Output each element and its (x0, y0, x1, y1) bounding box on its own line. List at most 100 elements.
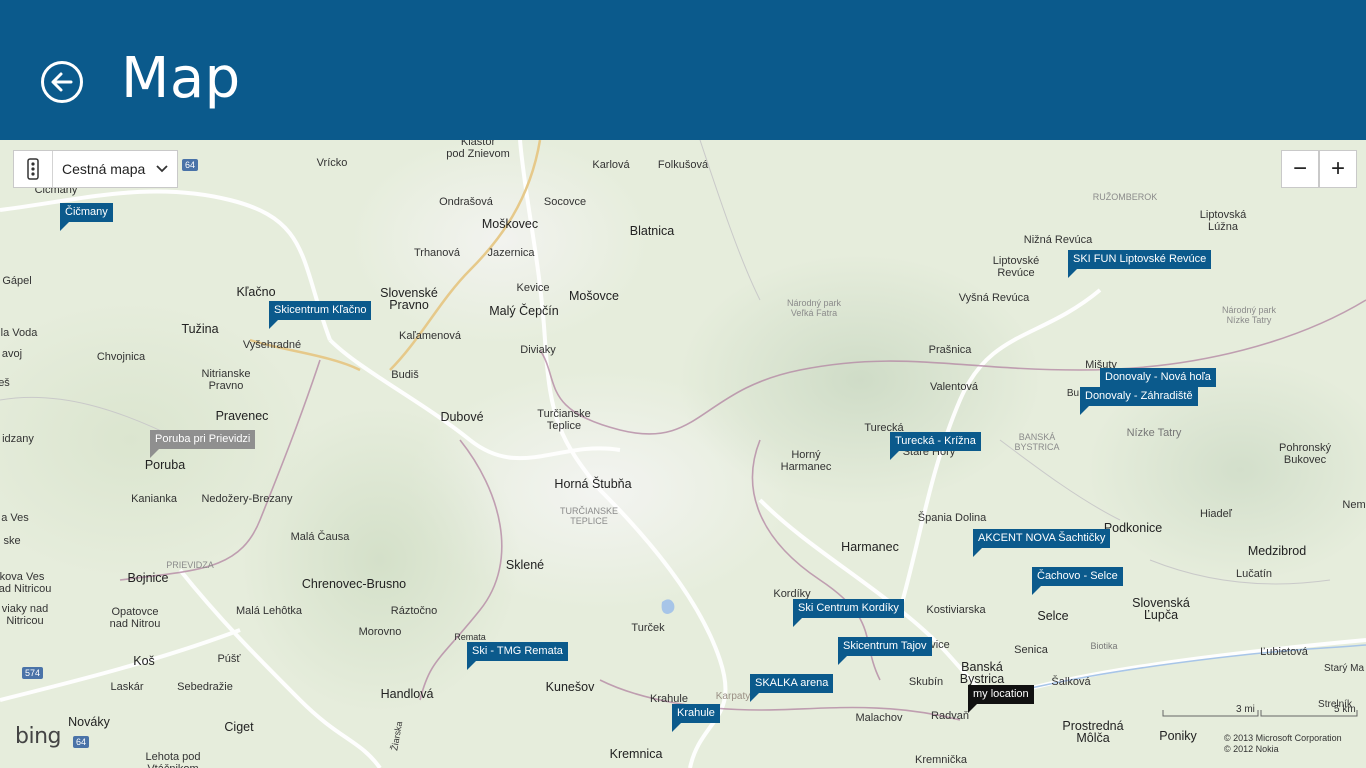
town-label: Vrícko (316, 157, 348, 169)
town-label: Sebedražie (177, 681, 233, 693)
copyright-line-1: © 2013 Microsoft Corporation (1224, 733, 1342, 743)
town-label: Jazernica (487, 247, 535, 259)
town-label: Kanianka (131, 493, 177, 505)
town-label: Kremnička (915, 754, 967, 766)
town-label: Horný Harmanec (780, 449, 832, 473)
pin-cachovo-selce[interactable]: Čachovo - Selce (1032, 567, 1123, 595)
town-label: Starý Ma (1323, 663, 1365, 674)
pin-turecka-krizna[interactable]: Turecká - Krížna (890, 432, 981, 460)
back-button[interactable] (41, 61, 83, 103)
town-label: Púšť (217, 653, 241, 665)
pin-krahule[interactable]: Krahule (672, 704, 720, 732)
map-options-button[interactable] (14, 151, 53, 187)
map-style-dropdown[interactable]: Cestná mapa (53, 161, 177, 177)
town-label: Liptovská Lúžna (1199, 209, 1247, 233)
town-label: Senica (1014, 644, 1048, 656)
road-shield: 64 (182, 159, 199, 171)
town-label: Gápel (2, 275, 32, 287)
town-label: eš (0, 377, 10, 389)
town-label: vice (930, 639, 950, 651)
region-label: Národný park Nízke Tatry (1221, 305, 1277, 325)
town-label: Blatnica (629, 224, 675, 238)
town-label: Opatovce nad Nitrou (109, 606, 161, 630)
bing-logo: bing (15, 724, 62, 749)
town-label: Malý Čepčín (489, 304, 559, 318)
town-label: Kunešov (545, 680, 595, 694)
town-label: Prašnica (928, 344, 972, 356)
town-label: Dubové (440, 410, 484, 424)
town-label: Ľubietová (1260, 646, 1308, 658)
pin-skicentrum-tajov[interactable]: Skicentrum Tajov (838, 637, 932, 665)
town-label: Vyšná Revúca (958, 292, 1030, 304)
pin-akcent-nova-sachticky[interactable]: AKCENT NOVA Šachtičky (973, 529, 1111, 557)
town-label: Podkonice (1103, 521, 1163, 535)
town-label: Karpaty (715, 691, 751, 702)
app-header: Map (0, 0, 1366, 140)
pin-poruba-pri-prievidzi[interactable]: Poruba pri Prievidzi (150, 430, 256, 458)
town-label: Nitrianske Pravno (201, 368, 251, 392)
pin-ski-centrum-kordiky[interactable]: Ski Centrum Kordíky (793, 599, 904, 627)
town-label: idzany (2, 433, 34, 445)
town-label: la Voda (0, 327, 38, 339)
copyright-line-2: © 2012 Nokia (1224, 744, 1279, 754)
town-label: Biotika (1090, 641, 1118, 651)
pin-my-location[interactable]: my location (968, 685, 1034, 713)
town-label: Hiadeľ (1200, 508, 1232, 520)
town-label: Medzibrod (1247, 544, 1307, 558)
region-label: PRIEVIDZA (166, 560, 214, 570)
town-label: Prostredná Môlča (1062, 719, 1124, 745)
town-label: a Ves (1, 512, 29, 524)
map-canvas[interactable]: Národný park Veľká Fatra RUŽOMBEROK Náro… (0, 140, 1366, 768)
scale-km-label: 5 km (1334, 704, 1356, 715)
town-label: Nízke Tatry (1126, 427, 1182, 439)
town-label: Poruba (144, 458, 186, 472)
town-label: Kľačno (236, 285, 276, 299)
town-label: Harmanec (841, 540, 899, 554)
town-label: Ciget (224, 720, 254, 734)
map-style-value: Cestná mapa (62, 161, 146, 177)
town-label: Handlová (380, 687, 434, 701)
town-label: Ráztočno (390, 605, 438, 617)
pin-donovaly-zahradiste[interactable]: Donovaly - Záhradiště (1080, 387, 1198, 415)
town-label: Pravenec (215, 409, 269, 423)
town-label: Špania Dolina (917, 512, 987, 524)
town-label: Turček (631, 622, 665, 634)
scale-bar: 3 mi 5 km (1162, 704, 1358, 724)
scale-ruler (1162, 710, 1358, 717)
town-label: Banská Bystrica (959, 660, 1005, 686)
region-label: TURČIANSKE TEPLICE (559, 506, 619, 526)
pin-donovaly-nova-hola[interactable]: Donovaly - Nová hoľa (1100, 368, 1216, 396)
town-label: Radvaň (931, 710, 969, 722)
town-label: Malá Čausa (290, 531, 350, 543)
town-label: Nižná Revúca (1023, 234, 1093, 246)
zoom-in-button[interactable]: + (1319, 150, 1357, 188)
town-label: Pohronský Bukovec (1279, 442, 1331, 466)
town-label: Kostiviarska (926, 604, 986, 616)
town-label: Turčianske Teplice (537, 408, 591, 432)
map-layers-icon (27, 158, 39, 180)
back-arrow-icon (51, 72, 73, 92)
region-label: Národný park Veľká Fatra (786, 298, 842, 318)
region-label: BANSKÁ BYSTRICA (1014, 432, 1060, 452)
town-label: ske (3, 535, 21, 547)
town-label: Skubín (908, 676, 944, 688)
pin-ski-tmg-remata[interactable]: Ski - TMG Remata (467, 642, 568, 670)
region-label: RUŽOMBEROK (1092, 192, 1158, 202)
town-label: Sklené (505, 558, 545, 572)
town-label: Mošovce (568, 289, 620, 303)
pin-skalka-arena[interactable]: SKALKA arena (750, 674, 834, 702)
town-label: Kláštor pod Znievom (446, 140, 510, 160)
pin-cicmany[interactable]: Čičmany (60, 203, 113, 231)
town-label: Tužina (181, 322, 219, 336)
pin-ski-fun-liptovske-revuce[interactable]: SKI FUN Liptovské Revúce (1068, 250, 1212, 278)
town-label: Bojnice (127, 571, 169, 585)
road-network (0, 140, 1366, 768)
town-label: Selce (1037, 609, 1069, 623)
town-label: Koš (133, 654, 155, 668)
zoom-out-button[interactable]: − (1281, 150, 1319, 188)
pin-skicentrum-klacno[interactable]: Skicentrum Kľačno (269, 301, 372, 329)
town-label: Lučatín (1235, 568, 1273, 580)
town-label: Diviaky (520, 344, 556, 356)
town-label: Kevice (516, 282, 550, 294)
town-label: Trhanová (413, 247, 461, 259)
